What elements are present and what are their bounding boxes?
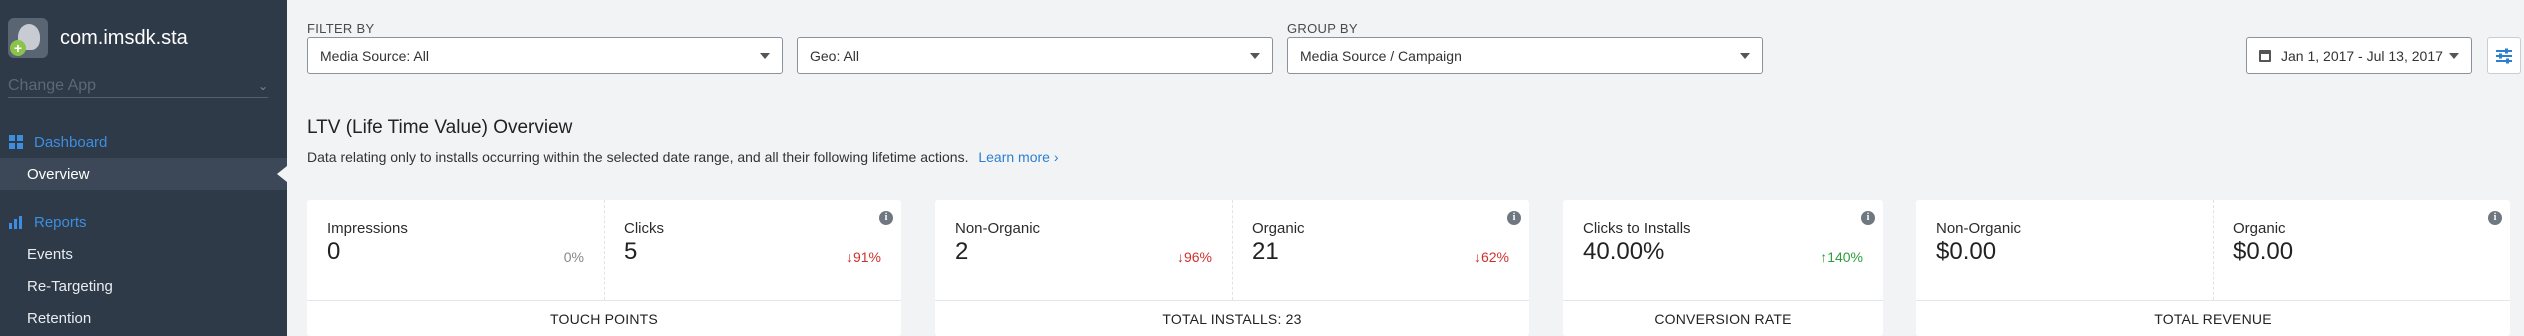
- dashboard-icon: [9, 135, 23, 149]
- caret-down-icon: [2449, 53, 2459, 59]
- metric-label: Non-Organic: [1936, 220, 2022, 237]
- sidebar-item-overview[interactable]: Overview: [0, 158, 287, 190]
- media-source-select[interactable]: Media Source: All: [307, 37, 783, 74]
- sidebar-section-label: Dashboard: [34, 133, 108, 151]
- organic-installs-metric: Organic 21 ↓62%: [1232, 200, 1529, 300]
- filter-by-label: FILTER BY: [307, 21, 375, 36]
- sidebar-section-reports[interactable]: Reports: [0, 208, 287, 236]
- metric-delta: ↑140%: [1820, 249, 1863, 265]
- page-title: LTV (Life Time Value) Overview: [307, 117, 573, 138]
- non-organic-installs-metric: Non-Organic 2 ↓96%: [935, 200, 1232, 300]
- sidebar-item-label: Re-Targeting: [27, 277, 113, 295]
- metric-value: $0.00: [1936, 238, 1997, 265]
- description-text: Data relating only to installs occurring…: [307, 149, 969, 165]
- info-icon[interactable]: i: [2488, 211, 2502, 225]
- sidebar-section-label: Reports: [34, 213, 87, 231]
- clicks-to-installs-metric: Clicks to Installs 40.00% ↑140%: [1563, 200, 1883, 300]
- sidebar-item-label: Retention: [27, 309, 92, 327]
- metric-delta: ↓91%: [845, 249, 881, 265]
- sidebar: + com.imsdk.sta Change App ⌄ Dashboard O…: [0, 0, 287, 336]
- geo-select[interactable]: Geo: All: [797, 37, 1273, 74]
- metric-label: Non-Organic: [955, 220, 1041, 237]
- calendar-icon: [2259, 49, 2271, 62]
- sidebar-item-events[interactable]: Events: [0, 238, 287, 270]
- caret-down-icon: [1740, 53, 1750, 59]
- metric-value: 5: [624, 238, 638, 265]
- bar-chart-icon: [9, 216, 22, 229]
- sidebar-item-label: Events: [27, 245, 73, 263]
- touch-points-card: Impressions 0 0% Clicks 5 ↓91% i TOUCH P…: [307, 200, 901, 336]
- metric-value: 21: [1252, 238, 1279, 265]
- change-app-dropdown[interactable]: Change App ⌄: [8, 74, 268, 98]
- chevron-down-icon: ⌄: [257, 78, 268, 93]
- app-header[interactable]: + com.imsdk.sta: [8, 18, 188, 58]
- date-range-picker[interactable]: Jan 1, 2017 - Jul 13, 2017: [2246, 37, 2472, 74]
- sidebar-item-retention[interactable]: Retention: [0, 302, 287, 334]
- card-footer: CONVERSION RATE: [1563, 300, 1883, 336]
- total-installs-card: Non-Organic 2 ↓96% Organic 21 ↓62% i TOT…: [935, 200, 1529, 336]
- clicks-metric: Clicks 5 ↓91%: [604, 200, 901, 300]
- group-by-value: Media Source / Campaign: [1300, 47, 1462, 64]
- metric-delta: 0%: [563, 249, 584, 265]
- metric-value: 0: [327, 238, 341, 265]
- media-source-value: Media Source: All: [320, 47, 429, 64]
- info-icon[interactable]: i: [1861, 211, 1875, 225]
- sliders-icon: [2496, 48, 2512, 63]
- settings-button[interactable]: [2487, 37, 2521, 74]
- metric-value: 40.00%: [1583, 238, 1665, 265]
- metric-delta: ↓96%: [1176, 249, 1212, 265]
- total-revenue-card: Non-Organic $0.00 Organic $0.00 i TOTAL …: [1916, 200, 2510, 336]
- date-range-value: Jan 1, 2017 - Jul 13, 2017: [2281, 47, 2443, 64]
- card-footer: TOUCH POINTS: [307, 300, 901, 336]
- sidebar-item-label: Overview: [27, 165, 90, 183]
- card-footer: TOTAL REVENUE: [1916, 300, 2510, 336]
- caret-down-icon: [1250, 53, 1260, 59]
- group-by-label: GROUP BY: [1287, 21, 1358, 36]
- metric-label: Impressions: [327, 220, 408, 237]
- sidebar-section-dashboard[interactable]: Dashboard: [0, 128, 287, 156]
- learn-more-link[interactable]: Learn more ›: [978, 149, 1058, 165]
- app-name: com.imsdk.sta: [60, 26, 188, 49]
- group-by-select[interactable]: Media Source / Campaign: [1287, 37, 1763, 74]
- metric-label: Organic: [2233, 220, 2286, 237]
- card-footer: TOTAL INSTALLS: 23: [935, 300, 1529, 336]
- change-app-placeholder: Change App: [8, 76, 97, 94]
- info-icon[interactable]: i: [1507, 211, 1521, 225]
- caret-down-icon: [760, 53, 770, 59]
- conversion-rate-card: Clicks to Installs 40.00% ↑140% i CONVER…: [1563, 200, 1883, 336]
- page-description: Data relating only to installs occurring…: [307, 149, 1059, 165]
- app-logo-icon: +: [8, 18, 48, 58]
- metric-delta: ↓62%: [1473, 249, 1509, 265]
- geo-value: Geo: All: [810, 47, 860, 64]
- metric-value: $0.00: [2233, 238, 2294, 265]
- non-organic-revenue-metric: Non-Organic $0.00: [1916, 200, 2213, 300]
- metric-label: Clicks to Installs: [1583, 220, 1691, 237]
- impressions-metric: Impressions 0 0%: [307, 200, 604, 300]
- sidebar-item-re-targeting[interactable]: Re-Targeting: [0, 270, 287, 302]
- info-icon[interactable]: i: [879, 211, 893, 225]
- metric-value: 2: [955, 238, 969, 265]
- organic-revenue-metric: Organic $0.00: [2213, 200, 2510, 300]
- metric-label: Clicks: [624, 220, 664, 237]
- metric-label: Organic: [1252, 220, 1305, 237]
